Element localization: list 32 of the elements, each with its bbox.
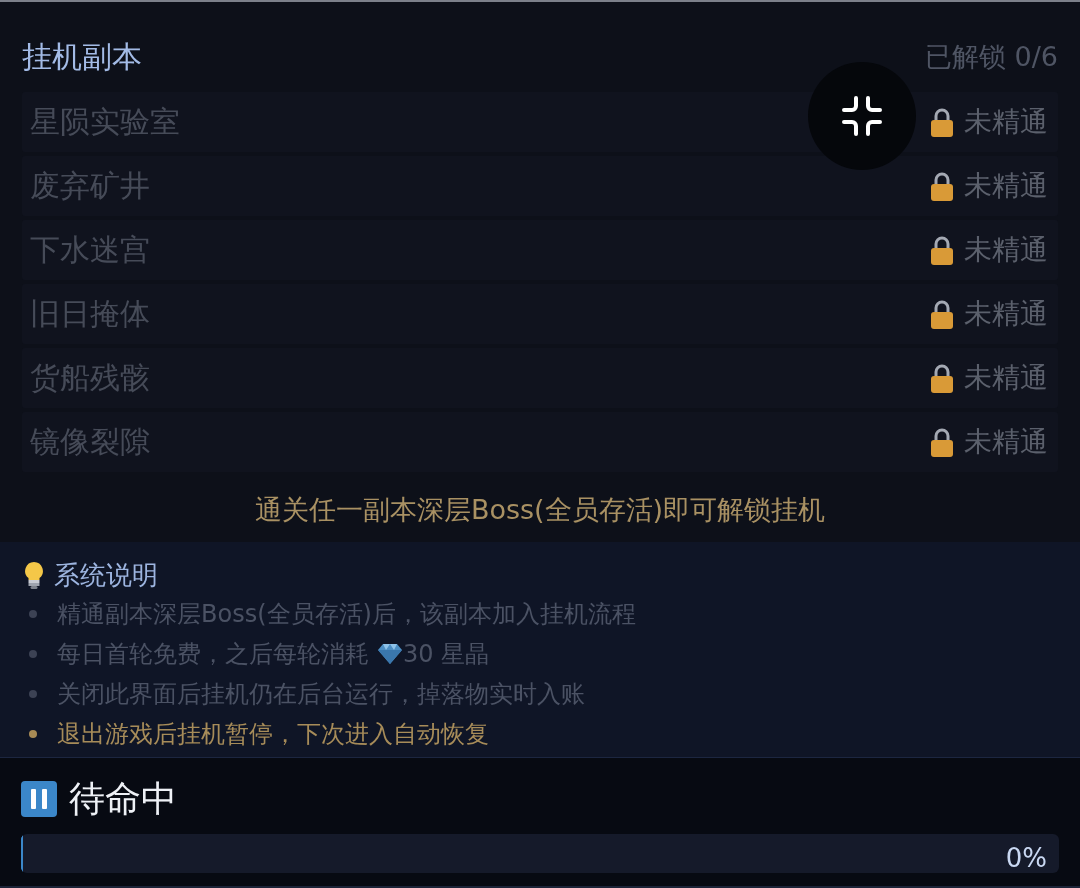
dungeon-row[interactable]: 星陨实验室 未精通 bbox=[22, 92, 1058, 152]
info-text: 每日首轮免费，之后每轮消耗 bbox=[57, 639, 369, 670]
cost-text: 30 星晶 bbox=[403, 639, 490, 670]
info-title: 系统说明 bbox=[54, 558, 158, 592]
dungeon-name: 货船残骸 bbox=[30, 358, 150, 397]
dungeon-name: 旧日掩体 bbox=[30, 294, 150, 333]
dungeon-row[interactable]: 废弃矿井 未精通 bbox=[22, 156, 1058, 216]
section-title: 挂机副本 bbox=[22, 38, 142, 76]
info-text: 精通副本深层Boss(全员存活)后，该副本加入挂机流程 bbox=[57, 599, 636, 630]
mastery-status: 未精通 bbox=[964, 104, 1048, 140]
unlocked-count: 已解锁 0/6 bbox=[924, 40, 1058, 74]
status-label: 待命中 bbox=[69, 779, 177, 819]
info-text: 关闭此界面后挂机仍在后台运行，掉落物实时入账 bbox=[57, 679, 585, 710]
dungeon-row[interactable]: 旧日掩体 未精通 bbox=[22, 284, 1058, 344]
mastery-status: 未精通 bbox=[964, 296, 1048, 332]
progress-percent: 0% bbox=[1005, 842, 1048, 873]
lightbulb-icon bbox=[24, 561, 44, 589]
dungeon-name: 废弃矿井 bbox=[30, 166, 150, 205]
mastery-status: 未精通 bbox=[964, 168, 1048, 204]
mastery-status: 未精通 bbox=[964, 232, 1048, 268]
mastery-status: 未精通 bbox=[964, 424, 1048, 460]
exit-fullscreen-icon bbox=[842, 96, 882, 136]
mastery-status: 未精通 bbox=[964, 360, 1048, 396]
dungeon-row[interactable]: 下水迷宫 未精通 bbox=[22, 220, 1058, 280]
dungeon-name: 下水迷宫 bbox=[30, 230, 150, 269]
dungeon-name: 星陨实验室 bbox=[30, 102, 180, 141]
info-text: 退出游戏后挂机暂停，下次进入自动恢复 bbox=[57, 719, 489, 750]
dungeon-row[interactable]: 货船残骸 未精通 bbox=[22, 348, 1058, 408]
unlock-hint: 通关任一副本深层Boss(全员存活)即可解锁挂机 bbox=[253, 493, 827, 527]
dungeon-name: 镜像裂隙 bbox=[30, 422, 150, 461]
diamond-icon bbox=[377, 643, 403, 665]
dungeon-row[interactable]: 镜像裂隙 未精通 bbox=[22, 412, 1058, 472]
